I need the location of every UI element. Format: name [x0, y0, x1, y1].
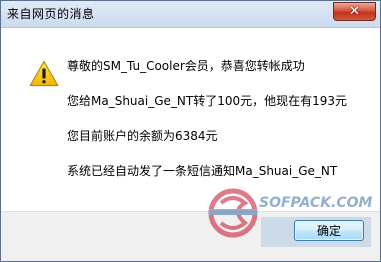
close-icon: ✕ [349, 4, 360, 19]
message-dialog: 来自网页的消息 ✕ 尊敬的SM_Tu_Cooler会员，恭喜您转帐成功 您给Ma… [0, 0, 381, 262]
message-line-1: 尊敬的SM_Tu_Cooler会员，恭喜您转帐成功 [67, 59, 305, 73]
warning-icon [29, 60, 59, 87]
dialog-title: 来自网页的消息 [7, 7, 95, 21]
ok-button[interactable]: 确定 [294, 220, 364, 241]
message-line-3: 您目前账户的余额为6384元 [67, 129, 218, 143]
watermark-logo: SOFPACK.COM [208, 188, 373, 247]
title-bar[interactable]: 来自网页的消息 ✕ [1, 1, 380, 28]
message-line-2: 您给Ma_Shuai_Ge_NT转了100元，他现在有193元 [67, 94, 348, 108]
close-button[interactable]: ✕ [333, 2, 376, 21]
watermark-text: SOFPACK.COM [259, 195, 373, 211]
